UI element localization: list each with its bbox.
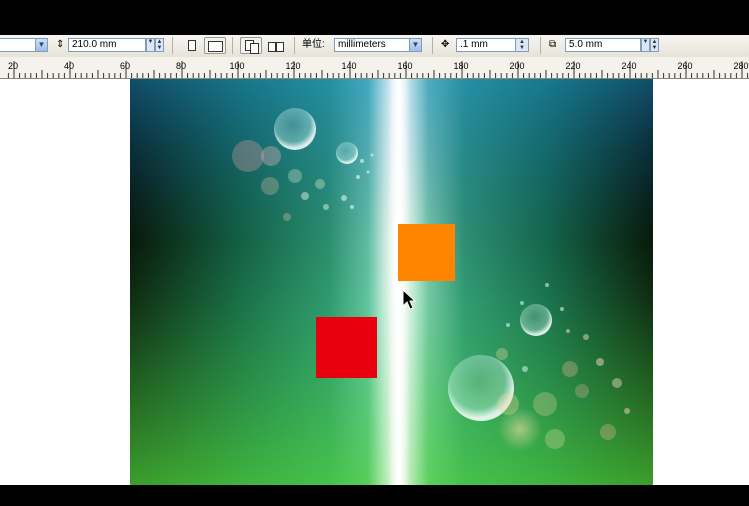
ruler-tick-label: 140: [341, 61, 356, 71]
red-square-shape[interactable]: [316, 317, 377, 378]
portrait-button[interactable]: [180, 37, 202, 54]
video-letterbox-bottom: [0, 485, 749, 506]
units-dropdown-button[interactable]: ▼: [409, 38, 422, 52]
current-page-button[interactable]: [264, 37, 286, 54]
ruler-tick-label: 280: [733, 61, 748, 71]
all-pages-icon-back: [250, 43, 259, 54]
ruler-tick-label: 260: [677, 61, 692, 71]
portrait-icon: [188, 40, 196, 51]
toolbar-separator: [232, 37, 233, 54]
ruler-tick-label: 40: [64, 61, 74, 71]
ruler-tick-label: 20: [8, 61, 18, 71]
ruler-tick-label: 120: [285, 61, 300, 71]
landscape-icon: [208, 41, 223, 52]
units-select[interactable]: millimeters: [334, 38, 410, 52]
horizontal-ruler[interactable]: 20 40 60 80 100 120 140 160 180 200 220 240 260 280: [0, 57, 749, 79]
mouse-cursor-icon: [402, 289, 416, 310]
ruler-tick-label: 100: [229, 61, 244, 71]
nudge-distance-field[interactable]: .1 mm: [456, 38, 516, 52]
duplicate-distance-icon: ⧉: [549, 39, 557, 50]
page-height-spin-button[interactable]: ▲ ▼: [155, 38, 164, 52]
ruler-ticks: 20 40 60 80 100 120 140 160 180 200 220 240 260 280: [7, 61, 749, 78]
page-height-field[interactable]: 210.0 mm: [68, 38, 146, 52]
ruler-tick-label: 180: [453, 61, 468, 71]
toolbar-separator: [294, 37, 295, 54]
nudge-spin-button[interactable]: ▲ ▼: [515, 38, 529, 52]
height-icon: ⇕: [56, 39, 65, 50]
ruler-tick-label: 160: [397, 61, 412, 71]
toolbar-separator: [172, 37, 173, 54]
paper-size-dropdown-button[interactable]: ▼: [35, 38, 48, 52]
nudge-icon: ✥: [441, 39, 450, 50]
ruler-tick-label: 60: [120, 61, 130, 71]
duplicate-distance-dropdown-button[interactable]: ▼: [641, 38, 650, 52]
background-artwork: [130, 79, 653, 485]
video-letterbox-top: [0, 0, 749, 35]
ruler-tick-label: 240: [621, 61, 636, 71]
ruler-tick-label: 200: [509, 61, 524, 71]
duplicate-distance-spin-button[interactable]: ▲ ▼: [650, 38, 659, 52]
all-pages-button[interactable]: [240, 37, 262, 54]
property-bar: ▼ ⇕ 210.0 mm ▼ ▲ ▼ 单位: millimeters ▼ ✥ .1…: [0, 35, 749, 58]
ruler-tick-label: 220: [565, 61, 580, 71]
units-label: 单位:: [302, 39, 325, 50]
toolbar-separator: [432, 37, 433, 54]
document-page[interactable]: [130, 79, 653, 485]
orange-square-shape[interactable]: [398, 224, 455, 281]
landscape-button[interactable]: [204, 37, 226, 54]
toolbar-separator: [540, 37, 541, 54]
ruler-tick-label: 80: [176, 61, 186, 71]
duplicate-distance-field[interactable]: 5.0 mm: [565, 38, 641, 52]
paper-size-field[interactable]: [0, 38, 36, 52]
current-page-icon-2: [276, 42, 284, 52]
page-height-dropdown-button[interactable]: ▼: [146, 38, 155, 52]
current-page-icon: [268, 42, 276, 52]
